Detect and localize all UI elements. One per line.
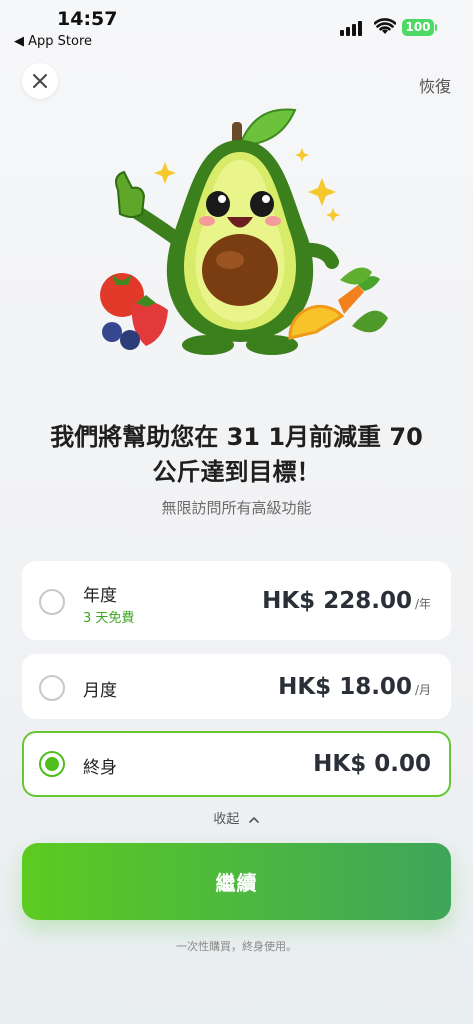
headline: 我們將幫助您在 31 1月前減重 70 公斤達到目標！ [20, 420, 453, 490]
plan-card-lifetime[interactable]: 終身 HK$ 0.00 [22, 731, 451, 797]
headline-line-2: 公斤達到目標！ [152, 458, 321, 486]
battery-icon: 100 [402, 19, 434, 36]
plan-lifetime-price-group: HK$ 0.00 [313, 751, 431, 777]
collapse-toggle[interactable]: 收起 [0, 808, 473, 827]
plan-lifetime-price: HK$ 0.00 [313, 751, 431, 777]
plan-annual-trial-note: 3 天免費 [83, 611, 135, 626]
headline-line-1: 我們將幫助您在 31 1月前減重 70 [50, 423, 423, 451]
restore-purchases-link[interactable]: 恢復 [419, 73, 451, 97]
plan-monthly-name: 月度 [83, 681, 117, 701]
plan-annual-name: 年度 [83, 586, 117, 606]
close-button[interactable] [22, 63, 58, 99]
plan-lifetime-name: 終身 [83, 758, 117, 778]
continue-button[interactable]: 繼續 [22, 843, 451, 920]
plan-annual-unit: /年 [414, 597, 431, 611]
signal-icon [340, 21, 362, 36]
chevron-up-icon [248, 816, 259, 823]
footer-note: 一次性購買，終身使用。 [176, 940, 297, 953]
wifi-icon [374, 18, 396, 34]
subtitle: 無限訪問所有高級功能 [161, 499, 312, 517]
status-bar: 14:57 ◀ App Store 100 [0, 0, 473, 60]
plan-card-annual[interactable]: 年度 3 天免費 HK$ 228.00/年 [22, 561, 451, 640]
back-to-app-store-link[interactable]: ◀ App Store [14, 34, 92, 49]
plan-card-monthly[interactable]: 月度 HK$ 18.00/月 [22, 654, 451, 719]
plan-monthly-price: HK$ 18.00 [278, 674, 412, 700]
avocado-mascot-illustration [100, 108, 388, 355]
plan-monthly-radio[interactable] [39, 675, 65, 701]
close-icon [33, 74, 47, 88]
plan-annual-price: HK$ 228.00 [262, 588, 412, 614]
plan-annual-price-group: HK$ 228.00/年 [262, 588, 431, 614]
plan-lifetime-radio[interactable] [39, 751, 65, 777]
plan-annual-radio[interactable] [39, 589, 65, 615]
continue-label: 繼續 [215, 871, 258, 895]
battery-tip [435, 24, 437, 31]
collapse-label: 收起 [213, 812, 240, 827]
status-time: 14:57 [57, 8, 118, 30]
plan-monthly-unit: /月 [414, 683, 431, 697]
plan-monthly-price-group: HK$ 18.00/月 [278, 674, 431, 700]
paywall-screen: 14:57 ◀ App Store 100 恢復 我們將幫助您在 31 1月前減… [0, 0, 473, 1024]
